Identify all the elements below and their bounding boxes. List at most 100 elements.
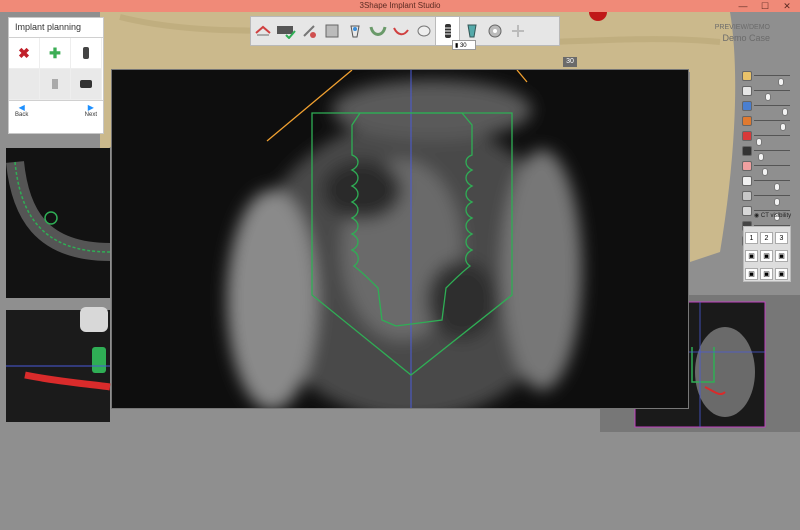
view-cube-button[interactable]: ▣ [745,268,758,280]
slider-track[interactable] [754,135,790,146]
tooth-icon [742,86,752,96]
slider-track[interactable] [754,120,790,131]
add-icon: ✚ [49,44,61,61]
implant-library-button[interactable] [40,69,71,100]
maximize-button[interactable]: ☐ [756,0,774,12]
layout-button-3[interactable]: 3 [775,232,788,244]
jaw-small-icon [742,206,752,216]
visibility-slider[interactable] [740,83,796,101]
toolbar-ct-button[interactable] [320,19,343,43]
export-icon [511,25,524,37]
cross-section-view[interactable] [111,69,689,409]
layout-button-2[interactable]: 2 [760,232,773,244]
layout-selector: 123 ▣ ▣ ▣ ▣ ▣ ▣ [743,226,791,282]
back-label: Back [15,112,29,118]
tooth-plan-icon [349,25,360,38]
ct-visibility-label: CT visibility [760,213,792,219]
slider-track[interactable] [754,105,790,116]
layout-button-1[interactable]: 1 [745,232,758,244]
delete-icon: ✖ [18,44,30,61]
tools-icon [302,25,316,38]
select-implant-button[interactable] [71,38,102,69]
ct-icon [742,146,752,156]
axial-thumbnail [6,148,111,298]
toolbar-home-button[interactable] [251,19,274,43]
slider-track[interactable] [754,195,790,206]
implant-planning-panel: Implant planning ✖ ✚ ◀ Back ▶ Next [8,17,104,134]
visibility-slider[interactable] [740,158,796,176]
view-cube-button[interactable]: ▣ [760,250,773,262]
model-icon [742,191,752,201]
status-area [0,432,800,530]
arrow-left-icon: ◀ [18,103,25,112]
back-button[interactable]: ◀ Back [15,101,28,125]
slider-track[interactable] [754,75,790,86]
arrow-right-icon: ▶ [87,103,94,112]
arch-icon [369,26,386,36]
ct-visibility-toggle[interactable]: ◉ CT visibility [754,212,791,219]
toolbar-guide-button[interactable] [483,19,506,43]
empty-slot [9,69,40,100]
crown-icon [417,25,430,37]
implant-icon [444,24,451,38]
implant-depth-field[interactable]: ▮ 30 [452,40,476,50]
case-name: Demo Case [722,33,770,43]
toolbar-tools-button[interactable] [297,19,320,43]
implant-small-icon [742,101,752,111]
visibility-slider[interactable] [740,143,796,161]
slider-track[interactable] [754,90,790,101]
abutment-select-button[interactable] [71,69,102,100]
abutment-icon [466,24,477,38]
implant-depth-value: 30 [459,43,467,49]
next-label: Next [84,112,97,118]
close-button[interactable]: ✕ [778,0,796,12]
view-cube-button[interactable]: ▣ [745,250,758,262]
crown-icon [742,71,752,81]
delete-implant-button[interactable]: ✖ [9,38,40,69]
visibility-slider[interactable] [740,188,796,206]
next-button[interactable]: ▶ Next [85,101,97,125]
abutment-small-icon [80,80,92,88]
slider-track[interactable] [754,180,790,191]
jaw-icon [325,24,338,38]
gum-icon [742,161,752,171]
guide-small-icon [742,116,752,126]
visibility-slider[interactable] [740,173,796,191]
slider-track[interactable] [754,210,790,221]
toolbar-export-button[interactable] [506,19,529,43]
case-label-line1: PREVIEW/DEMO [714,24,770,31]
visibility-slider[interactable] [740,98,796,116]
view-cube-button[interactable]: ▣ [760,268,773,280]
home-icon [254,25,271,36]
toolbar-crown-button[interactable] [412,19,435,43]
minimize-button[interactable]: — [734,0,752,12]
window-title: 3Shape Implant Studio [359,1,441,10]
toolbar-nerve-button[interactable] [389,19,412,43]
visibility-slider[interactable] [740,113,796,131]
add-implant-button[interactable]: ✚ [40,38,71,69]
bone-icon [742,176,752,186]
panoramic-thumbnail [6,307,111,422]
view-cube-button[interactable]: ▣ [775,250,788,262]
toolbar-arch-button[interactable] [366,19,389,43]
visibility-sliders [740,68,796,251]
toolbar-scan-button[interactable] [274,19,297,43]
visibility-slider[interactable] [740,128,796,146]
title-bar: 3Shape Implant Studio — ☐ ✕ [0,0,800,12]
view-cube-button[interactable]: ▣ [775,268,788,280]
implant-small-icon [83,47,89,59]
case-label: PREVIEW/DEMO Demo Case [715,22,770,44]
implant-library-icon [52,79,58,89]
toolbar-tooth-button[interactable] [343,19,366,43]
slider-track[interactable] [754,165,790,176]
workflow-toolbar [250,16,560,46]
scan-check-icon [276,26,296,39]
ct-slice-canvas[interactable] [112,70,689,409]
nerve-small-icon [742,131,752,141]
panel-title: Implant planning [9,18,103,38]
view-angle-badge: 30 [563,57,577,67]
guide-icon [488,24,501,38]
nerve-icon [392,27,409,36]
visibility-slider[interactable] [740,68,796,86]
slider-track[interactable] [754,150,790,161]
